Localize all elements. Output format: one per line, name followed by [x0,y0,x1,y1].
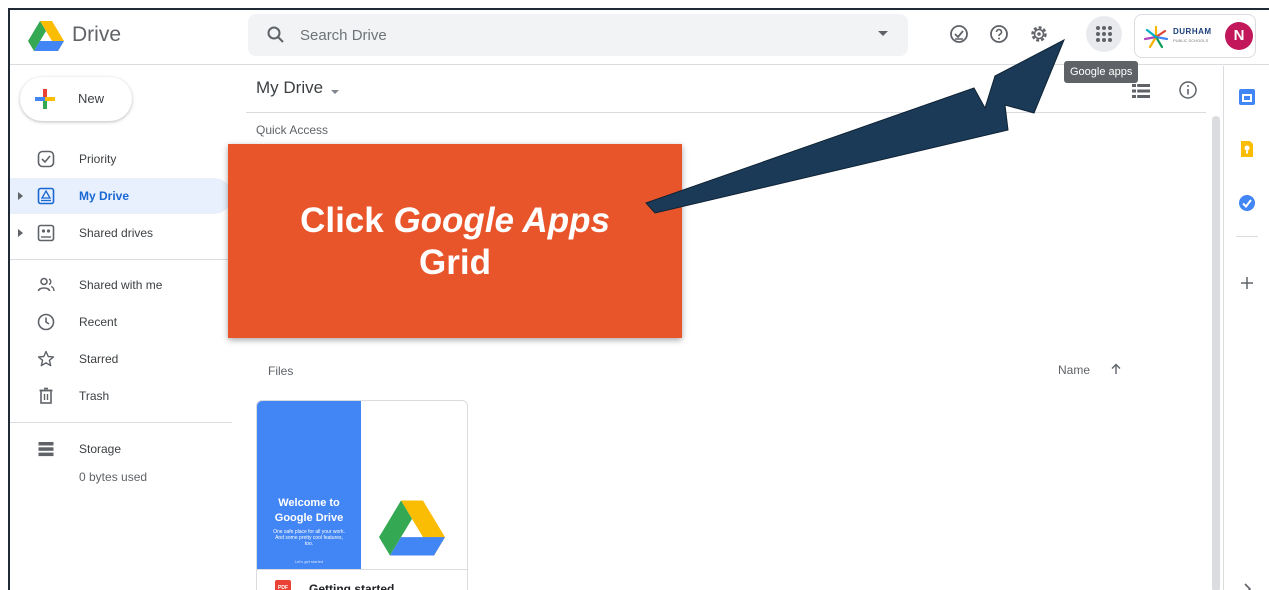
sort-by-name[interactable]: Name [1058,363,1090,377]
side-panel [1223,66,1269,590]
sidebar-divider [10,422,232,423]
arrow-up-icon[interactable] [1110,363,1122,375]
sidebar-item-shared-with-me[interactable]: Shared with me [10,267,232,303]
sidebar-item-label: Recent [79,315,118,329]
search-icon[interactable] [266,25,286,45]
file-name-bar: PDF Getting started [257,569,467,590]
file-card[interactable]: Welcome to Google Drive One safe place f… [256,400,468,590]
trash-icon [39,387,53,404]
calendar-icon[interactable] [1238,88,1256,106]
expand-arrow-icon[interactable] [18,229,23,237]
offline-icon[interactable] [948,23,970,45]
thumbnail-title: Welcome to Google Drive [274,497,344,524]
file-thumbnail: Welcome to Google Drive One safe place f… [257,401,361,569]
instruction-callout: Click Google Apps Grid [228,144,682,338]
tasks-icon[interactable] [1238,194,1256,212]
side-panel-divider [1236,236,1258,237]
storage-icon [38,442,54,457]
sidebar-item-label: My Drive [79,189,130,203]
quick-access-heading: Quick Access [256,123,329,137]
sidebar-item-shared-drives[interactable]: Shared drives [10,215,232,251]
expand-arrow-icon[interactable] [18,192,23,200]
header-divider [246,112,1206,113]
google-apps-button[interactable] [1086,16,1122,52]
sidebar-item-label: Trash [79,389,110,403]
add-icon[interactable] [1238,274,1256,292]
info-icon[interactable] [1178,80,1198,100]
page-title[interactable]: My Drive [256,78,323,98]
help-icon[interactable] [988,23,1010,45]
chevron-down-icon[interactable] [331,90,339,94]
sidebar-item-priority[interactable]: Priority [10,141,232,177]
callout-line1-italic: Google Apps [393,201,610,240]
sidebar: New Priority My Drive Shared drives Shar… [10,66,232,590]
avatar[interactable]: N [1225,22,1253,50]
file-name[interactable]: Getting started [309,582,394,590]
account-area[interactable]: DURHAM PUBLIC SCHOOLS N [1134,14,1256,58]
sidebar-item-label: Shared drives [79,226,154,240]
list-view-icon[interactable] [1132,83,1150,99]
clock-icon [37,313,55,331]
chevron-right-icon[interactable] [1238,580,1256,590]
thumbnail-subtitle: One safe place for all your work. And so… [273,529,345,547]
org-logo-icon [1143,25,1169,49]
sidebar-item-label: Storage [79,442,122,456]
sidebar-item-label: Priority [79,152,117,166]
sidebar-item-trash[interactable]: Trash [10,378,232,414]
pdf-icon: PDF [275,580,291,590]
sidebar-item-recent[interactable]: Recent [10,304,232,340]
callout-line1-plain: Click [300,201,394,240]
keep-icon[interactable] [1238,140,1256,158]
search-bar[interactable] [248,14,908,56]
files-heading: Files [268,364,294,378]
apps-grid-icon[interactable] [1096,26,1112,42]
new-button[interactable]: New [20,77,132,121]
drive-logo-icon[interactable] [28,21,64,51]
scrollbar[interactable] [1212,116,1220,590]
sidebar-item-storage[interactable]: Storage [10,431,232,467]
top-bar: Drive Search Drive DURHAM PUBLIC SCHOOLS… [10,10,1269,65]
thumbnail-link: Let's get started [294,559,324,564]
my-drive-icon [37,187,55,205]
priority-icon [37,150,55,168]
shared-with-me-icon [37,277,55,292]
sidebar-item-starred[interactable]: Starred [10,341,232,377]
new-button-label: New [78,91,105,106]
plus-icon [35,89,55,109]
sidebar-item-label: Starred [79,352,119,366]
sidebar-item-my-drive[interactable]: My Drive [10,178,232,214]
callout-line2: Grid [419,243,491,282]
app-name[interactable]: Drive [72,23,121,47]
settings-icon[interactable] [1028,23,1050,45]
org-name: DURHAM [1173,27,1212,36]
org-subtitle: PUBLIC SCHOOLS [1173,38,1209,43]
search-input[interactable] [300,14,840,56]
sidebar-divider [10,259,232,260]
shared-drives-icon [37,224,55,242]
sidebar-item-label: Shared with me [79,278,163,292]
callout-text: Click Google Apps Grid [228,200,682,284]
chevron-down-icon[interactable] [878,31,888,36]
storage-used: 0 bytes used [79,470,148,484]
drive-logo-icon [379,500,445,556]
star-icon [37,350,55,367]
